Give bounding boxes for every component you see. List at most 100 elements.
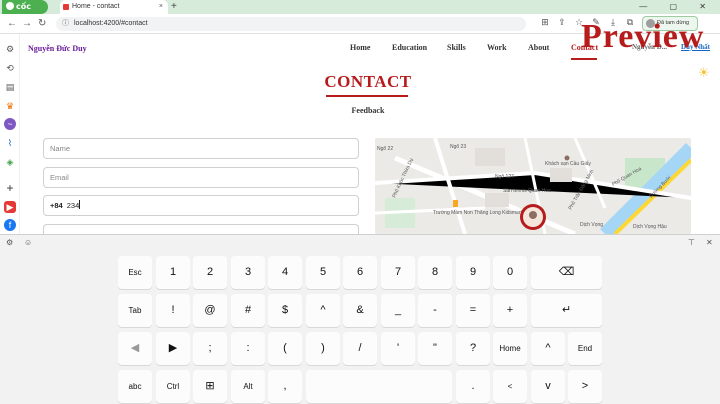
windows-icon[interactable]: ⊞ xyxy=(193,370,227,403)
section-title: CONTACT xyxy=(324,72,412,91)
keyboard-settings-icon[interactable]: ⚙ xyxy=(6,236,13,250)
share-icon[interactable]: ⇪ xyxy=(557,17,567,27)
key-alt[interactable]: Alt xyxy=(231,370,265,403)
add-icon[interactable]: + xyxy=(4,182,16,194)
key-ctrl[interactable]: Ctrl xyxy=(156,370,190,403)
key-7[interactable]: 7 xyxy=(381,256,415,289)
key-v[interactable]: v xyxy=(531,370,565,403)
key-esc[interactable]: Esc xyxy=(118,256,152,289)
map-label: Dịch Vọng Hậu xyxy=(633,224,667,230)
key-symbol[interactable]: " xyxy=(418,332,452,365)
youtube-icon[interactable]: ▶ xyxy=(4,201,16,213)
key-3[interactable]: 3 xyxy=(231,256,265,289)
emoji-icon[interactable]: ☺ xyxy=(24,236,32,250)
nav-education[interactable]: Education xyxy=(392,43,427,52)
email-field[interactable]: Email xyxy=(43,167,359,188)
tab-close-icon[interactable]: × xyxy=(159,0,163,14)
key-4[interactable]: 4 xyxy=(268,256,302,289)
dock-icon[interactable]: ⊤ xyxy=(688,236,695,250)
key-symbol[interactable]: ^ xyxy=(531,332,565,365)
key-symbol[interactable]: ; xyxy=(193,332,227,365)
left-arrow-icon[interactable]: ◀ xyxy=(118,332,152,365)
nav-work[interactable]: Work xyxy=(487,43,507,52)
key-symbol[interactable]: ( xyxy=(268,332,302,365)
messenger-icon[interactable]: ~ xyxy=(4,118,16,130)
key-symbol[interactable]: - xyxy=(418,294,452,327)
map-embed[interactable]: Ngõ 22 Khách sạn Cầu Giấy Phố Khúc Thừa … xyxy=(375,138,691,234)
map-canvas[interactable]: Ngõ 22 Khách sạn Cầu Giấy Phố Khúc Thừa … xyxy=(375,138,691,234)
key-symbol[interactable]: ! xyxy=(156,294,190,327)
key-6[interactable]: 6 xyxy=(343,256,377,289)
facebook-icon[interactable]: f xyxy=(4,219,16,231)
site-logo[interactable]: Nguyễn Đức Duy xyxy=(28,44,87,53)
key-symbol[interactable]: ' xyxy=(381,332,415,365)
school-pin-icon[interactable] xyxy=(453,200,458,207)
key-symbol[interactable]: . xyxy=(456,370,490,403)
favicon-icon xyxy=(63,4,69,10)
key-symbol[interactable]: > xyxy=(568,370,602,403)
key-symbol[interactable]: ^ xyxy=(306,294,340,327)
key-symbol[interactable]: $ xyxy=(268,294,302,327)
nav-about[interactable]: About xyxy=(528,43,549,52)
country-code[interactable]: +84 xyxy=(50,201,63,210)
map-label: Ngõ 23 xyxy=(450,144,466,150)
name-field[interactable]: Name xyxy=(43,138,359,159)
gear-icon[interactable]: ⚙ xyxy=(4,43,16,55)
key-symbol[interactable]: _ xyxy=(381,294,415,327)
key-symbol[interactable]: : xyxy=(231,332,265,365)
back-icon[interactable]: ← xyxy=(7,17,17,31)
phone-value: 234 xyxy=(66,201,80,210)
key-symbol[interactable]: ) xyxy=(306,332,340,365)
map-label: Ngõ 127 xyxy=(495,174,514,180)
key-symbol[interactable]: + xyxy=(493,294,527,327)
reload-icon[interactable]: ↻ xyxy=(38,17,46,31)
tab-title: Home - contact xyxy=(72,3,120,10)
browser-logo[interactable]: cốc cốc xyxy=(2,0,48,25)
preview-watermark: Preview xyxy=(581,18,705,55)
browser-tab[interactable]: Home - contact × xyxy=(60,0,168,14)
key-symbol[interactable]: = xyxy=(456,294,490,327)
key-end[interactable]: End xyxy=(568,332,602,365)
keyboard-close-icon[interactable]: ✕ xyxy=(706,236,713,250)
title-underline xyxy=(326,95,408,97)
active-nav-underline xyxy=(571,58,597,60)
map-label: Khách sạn Cầu Giấy xyxy=(545,161,591,167)
key-symbol[interactable]: @ xyxy=(193,294,227,327)
key-symbol[interactable]: / xyxy=(343,332,377,365)
email-placeholder: Email xyxy=(50,173,69,182)
phone-field[interactable]: +84 234 xyxy=(43,195,359,216)
key-0[interactable]: 0 xyxy=(493,256,527,289)
key-symbol[interactable]: & xyxy=(343,294,377,327)
key-8[interactable]: 8 xyxy=(418,256,452,289)
key-symbol[interactable]: < xyxy=(493,370,527,403)
window-controls[interactable]: — ▢ ✕ xyxy=(639,0,716,14)
key-abc[interactable]: abc xyxy=(118,370,152,403)
enter-icon[interactable]: ↵ xyxy=(531,294,602,327)
forward-icon[interactable]: → xyxy=(22,17,32,31)
key-tab[interactable]: Tab xyxy=(118,294,152,327)
key-symbol[interactable]: , xyxy=(268,370,302,403)
key-home[interactable]: Home xyxy=(493,332,527,365)
info-icon[interactable]: ⓘ xyxy=(62,17,69,31)
key-2[interactable]: 2 xyxy=(193,256,227,289)
key-5[interactable]: 5 xyxy=(306,256,340,289)
hotel-pin-icon[interactable] xyxy=(564,155,570,161)
backspace-icon[interactable]: ⌫ xyxy=(531,256,602,289)
new-tab-button[interactable]: + xyxy=(171,0,177,13)
message-field[interactable] xyxy=(43,224,359,234)
key-space[interactable] xyxy=(306,370,452,403)
key-9[interactable]: 9 xyxy=(456,256,490,289)
chart-icon[interactable]: ⌇ xyxy=(4,137,16,149)
map-label: Sân tennis Quan Hoa xyxy=(503,188,551,194)
key-symbol[interactable]: ? xyxy=(456,332,490,365)
map-label: Dịch Vọng xyxy=(580,222,603,228)
translate-icon[interactable]: ⊞ xyxy=(540,17,550,27)
nav-home[interactable]: Home xyxy=(350,43,370,52)
gamepad-icon[interactable]: ◈ xyxy=(4,156,16,168)
key-1[interactable]: 1 xyxy=(156,256,190,289)
nav-skills[interactable]: Skills xyxy=(447,43,466,52)
section-subtitle: Feedback xyxy=(351,106,385,115)
key-symbol[interactable]: # xyxy=(231,294,265,327)
right-arrow-icon[interactable]: ▶ xyxy=(156,332,190,365)
url-bar[interactable]: ⓘ localhost:4200/#contact xyxy=(56,17,526,31)
